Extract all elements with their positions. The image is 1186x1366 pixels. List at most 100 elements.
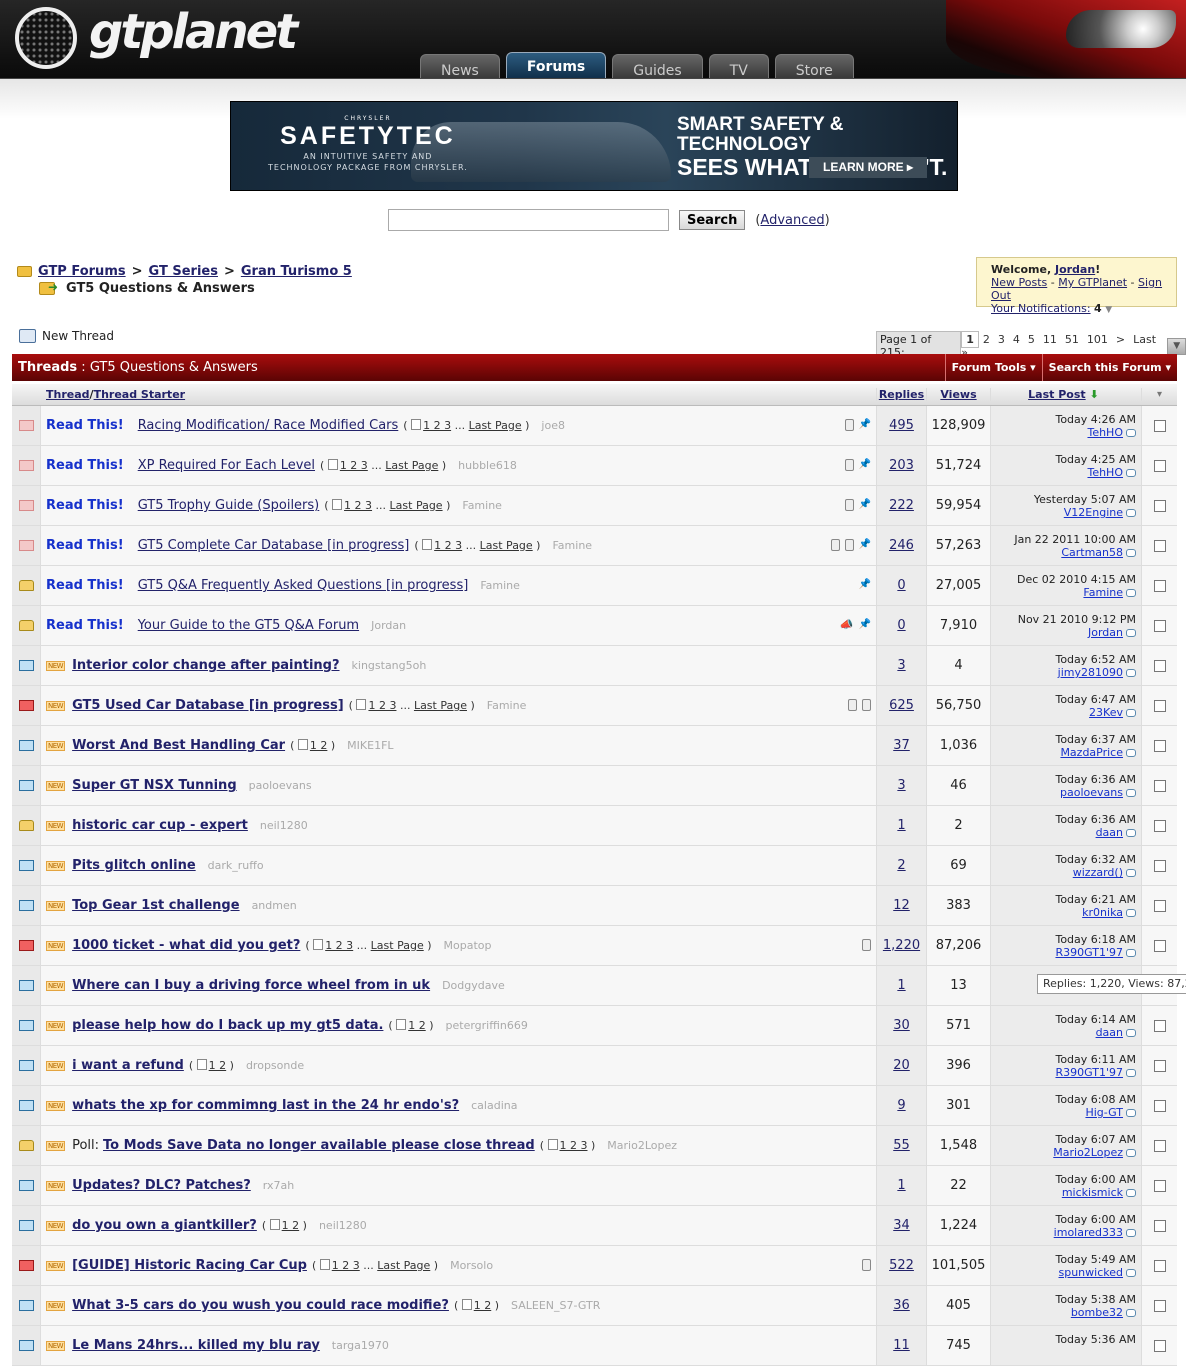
new-post-icon[interactable]: NEW: [46, 1340, 66, 1351]
thread-checkbox[interactable]: [1153, 579, 1166, 592]
thread-checkbox[interactable]: [1153, 1219, 1166, 1232]
search-forum-button[interactable]: Search this Forum ▾: [1041, 354, 1177, 381]
thread-starter[interactable]: targa1970: [332, 1339, 389, 1352]
new-post-icon[interactable]: NEW: [46, 1020, 66, 1031]
thread-checkbox[interactable]: [1153, 1259, 1166, 1272]
thread-checkbox[interactable]: [1153, 1059, 1166, 1072]
replies-count-link[interactable]: 20: [893, 1058, 910, 1073]
thread-link[interactable]: Your Guide to the GT5 Q&A Forum: [138, 618, 359, 633]
thread-starter[interactable]: Mario2Lopez: [607, 1139, 677, 1152]
thread-checkbox[interactable]: [1153, 1099, 1166, 1112]
thread-link[interactable]: please help how do I back up my gt5 data…: [72, 1018, 383, 1033]
thread-page-links[interactable]: 1 2: [209, 1059, 227, 1072]
thread-page-links[interactable]: 1 2 3: [434, 539, 462, 552]
thread-checkbox[interactable]: [1153, 659, 1166, 672]
thread-link[interactable]: To Mods Save Data no longer available pl…: [103, 1138, 535, 1153]
page-link[interactable]: 3: [994, 332, 1009, 347]
thread-link[interactable]: Racing Modification/ Race Modified Cars: [138, 418, 399, 433]
new-post-icon[interactable]: NEW: [46, 860, 66, 871]
learn-more-button[interactable]: LEARN MORE ▸: [809, 157, 927, 178]
replies-count-link[interactable]: 203: [889, 458, 914, 473]
sort-last-post-link[interactable]: Last Post: [1028, 388, 1086, 401]
go-to-last-post-icon[interactable]: [1126, 1309, 1136, 1317]
new-post-icon[interactable]: NEW: [46, 940, 66, 951]
new-post-icon[interactable]: NEW: [46, 1300, 66, 1311]
new-post-icon[interactable]: NEW: [46, 660, 66, 671]
last-page-link[interactable]: Last Page: [480, 539, 533, 552]
thread-starter[interactable]: Famine: [552, 539, 592, 552]
thread-starter[interactable]: Morsolo: [450, 1259, 493, 1272]
thread-checkbox[interactable]: [1153, 459, 1166, 472]
notifications-link[interactable]: Your Notifications:: [991, 302, 1091, 315]
last-post-user[interactable]: imolared333: [1054, 1226, 1123, 1239]
page-link[interactable]: 101: [1083, 332, 1112, 347]
go-to-last-post-icon[interactable]: [1126, 1149, 1136, 1157]
new-post-icon[interactable]: NEW: [46, 980, 66, 991]
go-to-last-post-icon[interactable]: [1126, 429, 1136, 437]
site-logo[interactable]: gtplanet: [89, 4, 298, 60]
last-post-user[interactable]: Hig-GT: [1085, 1106, 1123, 1119]
replies-count-link[interactable]: 36: [893, 1298, 910, 1313]
thread-checkbox[interactable]: [1153, 819, 1166, 832]
last-page-link[interactable]: Last Page: [377, 1259, 430, 1272]
breadcrumb-gtp-forums[interactable]: GTP Forums: [38, 264, 126, 279]
replies-count-link[interactable]: 0: [897, 578, 905, 593]
thread-page-links[interactable]: 1 2 3: [560, 1139, 588, 1152]
replies-count-link[interactable]: 246: [889, 538, 914, 553]
thread-link[interactable]: Pits glitch online: [72, 858, 196, 873]
page-link[interactable]: 51: [1061, 332, 1083, 347]
welcome-user-link[interactable]: Jordan: [1055, 263, 1095, 276]
thread-page-links[interactable]: 1 2 3: [344, 499, 372, 512]
replies-count-link[interactable]: 30: [893, 1018, 910, 1033]
thread-link[interactable]: Super GT NSX Tunning: [72, 778, 237, 793]
replies-count-link[interactable]: 9: [897, 1098, 905, 1113]
replies-count-link[interactable]: 3: [897, 778, 905, 793]
thread-starter[interactable]: Mopatop: [444, 939, 492, 952]
go-to-last-post-icon[interactable]: [1126, 549, 1136, 557]
new-thread-button[interactable]: New Thread: [19, 329, 114, 343]
search-button[interactable]: Search: [679, 210, 746, 230]
last-post-user[interactable]: jimy281090: [1058, 666, 1123, 679]
gtplanet-logo-icon[interactable]: [15, 7, 77, 69]
thread-starter[interactable]: caladina: [471, 1099, 517, 1112]
thread-checkbox[interactable]: [1153, 1139, 1166, 1152]
last-post-user[interactable]: kr0nika: [1082, 906, 1123, 919]
new-post-icon[interactable]: NEW: [46, 780, 66, 791]
thread-checkbox[interactable]: [1153, 419, 1166, 432]
thread-checkbox[interactable]: [1153, 1339, 1166, 1352]
go-to-last-post-icon[interactable]: [1126, 629, 1136, 637]
thread-link[interactable]: i want a refund: [72, 1058, 184, 1073]
last-post-user[interactable]: Jordan: [1088, 626, 1123, 639]
go-to-last-post-icon[interactable]: [1126, 1229, 1136, 1237]
last-page-link[interactable]: Last Page: [414, 699, 467, 712]
thread-link[interactable]: Where can I buy a driving force wheel fr…: [72, 978, 430, 993]
pagination-dropdown-icon[interactable]: ▼: [1167, 337, 1186, 355]
new-post-icon[interactable]: NEW: [46, 820, 66, 831]
go-to-last-post-icon[interactable]: [1126, 1069, 1136, 1077]
go-to-last-post-icon[interactable]: [1126, 829, 1136, 837]
new-post-icon[interactable]: NEW: [46, 700, 66, 711]
thread-checkbox[interactable]: [1153, 1299, 1166, 1312]
sort-thread-link[interactable]: Thread: [46, 388, 90, 401]
go-to-last-post-icon[interactable]: [1126, 1189, 1136, 1197]
thread-page-links[interactable]: 1 2 3: [332, 1259, 360, 1272]
thread-page-links[interactable]: 1 2 3: [325, 939, 353, 952]
replies-count-link[interactable]: 1: [897, 1178, 905, 1193]
thread-link[interactable]: whats the xp for commimng last in the 24…: [72, 1098, 459, 1113]
thread-link[interactable]: GT5 Used Car Database [in progress]: [72, 698, 344, 713]
thread-link[interactable]: Interior color change after painting?: [72, 658, 339, 673]
last-post-user[interactable]: Cartman58: [1061, 546, 1123, 559]
new-post-icon[interactable]: NEW: [46, 740, 66, 751]
thread-page-links[interactable]: 1 2 3: [368, 699, 396, 712]
nav-tab-store[interactable]: Store: [774, 54, 854, 78]
replies-count-link[interactable]: 495: [889, 418, 914, 433]
thread-starter[interactable]: Jordan: [371, 619, 406, 632]
new-post-icon[interactable]: NEW: [46, 1100, 66, 1111]
thread-link[interactable]: What 3-5 cars do you wush you could race…: [72, 1298, 449, 1313]
last-post-user[interactable]: paoloevans: [1060, 786, 1123, 799]
ad-banner[interactable]: CHRYSLER SAFETYTEC AN INTUITIVE SAFETY A…: [230, 101, 958, 191]
last-post-user[interactable]: V12Engine: [1064, 506, 1123, 519]
thread-page-links[interactable]: 1 2 3: [423, 419, 451, 432]
last-post-user[interactable]: TehHO: [1087, 426, 1123, 439]
new-post-icon[interactable]: NEW: [46, 1140, 66, 1151]
